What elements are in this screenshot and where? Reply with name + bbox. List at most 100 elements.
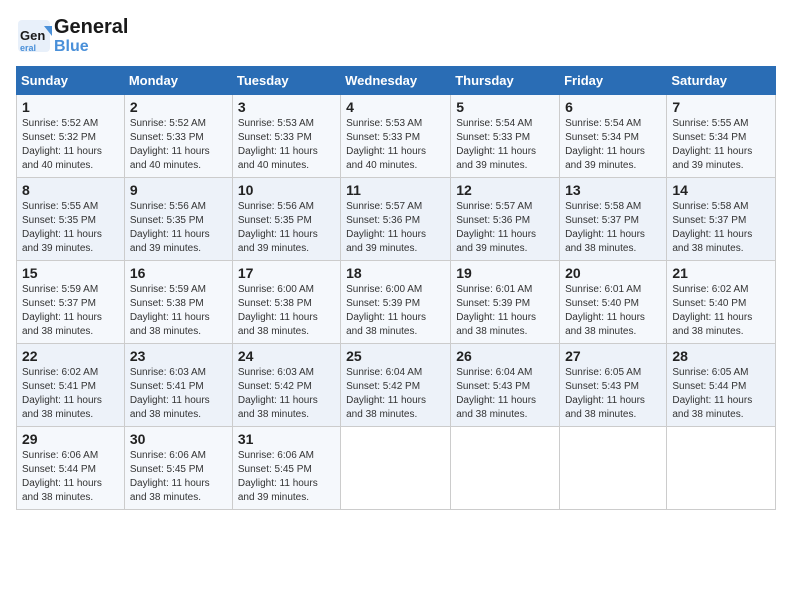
day-info: Sunrise: 5:57 AM Sunset: 5:36 PM Dayligh… — [456, 200, 554, 256]
calendar-cell: 4 Sunrise: 5:53 AM Sunset: 5:33 PM Daylig… — [341, 94, 451, 177]
calendar-cell: 7 Sunrise: 5:55 AM Sunset: 5:34 PM Daylig… — [667, 94, 776, 177]
day-info: Sunrise: 6:02 AM Sunset: 5:40 PM Dayligh… — [672, 283, 770, 339]
calendar-cell: 23 Sunrise: 6:03 AM Sunset: 5:41 PM Dayli… — [124, 343, 232, 426]
calendar-cell: 24Sunrise: 6:03 AM Sunset: 5:42 PM Dayli… — [232, 343, 340, 426]
day-number: 5 — [456, 99, 554, 115]
day-info: Sunrise: 5:56 AM Sunset: 5:35 PM Dayligh… — [238, 200, 335, 256]
day-number: 17 — [238, 265, 335, 281]
calendar-week-row: 22 Sunrise: 6:02 AM Sunset: 5:41 PM Dayli… — [17, 343, 776, 426]
calendar-cell: 15 Sunrise: 5:59 AM Sunset: 5:37 PM Dayli… — [17, 260, 125, 343]
day-info: Sunrise: 5:54 AM Sunset: 5:33 PM Dayligh… — [456, 117, 554, 173]
calendar-cell: 6Sunrise: 5:54 AM Sunset: 5:34 PM Daylig… — [560, 94, 667, 177]
day-number: 7 — [672, 99, 770, 115]
day-info: Sunrise: 5:56 AM Sunset: 5:35 PM Dayligh… — [130, 200, 227, 256]
day-info: Sunrise: 5:55 AM Sunset: 5:35 PM Dayligh… — [22, 200, 119, 256]
calendar-week-row: 8 Sunrise: 5:55 AM Sunset: 5:35 PM Daylig… — [17, 177, 776, 260]
day-info: Sunrise: 6:06 AM Sunset: 5:45 PM Dayligh… — [130, 449, 227, 505]
day-number: 1 — [22, 99, 119, 115]
calendar-cell: 30 Sunrise: 6:06 AM Sunset: 5:45 PM Dayli… — [124, 426, 232, 509]
day-number: 29 — [22, 431, 119, 447]
calendar-cell: 9 Sunrise: 5:56 AM Sunset: 5:35 PM Daylig… — [124, 177, 232, 260]
day-number: 21 — [672, 265, 770, 281]
calendar-table: SundayMondayTuesdayWednesdayThursdayFrid… — [16, 66, 776, 510]
weekday-header: Wednesday — [341, 66, 451, 94]
logo: Gen eral General Blue — [16, 16, 128, 56]
calendar-cell: 21 Sunrise: 6:02 AM Sunset: 5:40 PM Dayli… — [667, 260, 776, 343]
calendar-cell — [341, 426, 451, 509]
day-info: Sunrise: 6:06 AM Sunset: 5:45 PM Dayligh… — [238, 449, 335, 505]
calendar-cell: 13 Sunrise: 5:58 AM Sunset: 5:37 PM Dayli… — [560, 177, 667, 260]
calendar-cell: 26 Sunrise: 6:04 AM Sunset: 5:43 PM Dayli… — [451, 343, 560, 426]
day-info: Sunrise: 6:05 AM Sunset: 5:43 PM Dayligh… — [565, 366, 661, 422]
day-number: 14 — [672, 182, 770, 198]
day-number: 12 — [456, 182, 554, 198]
day-number: 26 — [456, 348, 554, 364]
day-info: Sunrise: 5:53 AM Sunset: 5:33 PM Dayligh… — [346, 117, 445, 173]
day-number: 19 — [456, 265, 554, 281]
day-number: 18 — [346, 265, 445, 281]
day-number: 4 — [346, 99, 445, 115]
svg-text:eral: eral — [20, 43, 36, 53]
day-info: Sunrise: 5:55 AM Sunset: 5:34 PM Dayligh… — [672, 117, 770, 173]
day-info: Sunrise: 6:02 AM Sunset: 5:41 PM Dayligh… — [22, 366, 119, 422]
day-number: 20 — [565, 265, 661, 281]
day-number: 3 — [238, 99, 335, 115]
day-number: 11 — [346, 182, 445, 198]
calendar-cell — [560, 426, 667, 509]
day-info: Sunrise: 6:03 AM Sunset: 5:41 PM Dayligh… — [130, 366, 227, 422]
calendar-cell: 5 Sunrise: 5:54 AM Sunset: 5:33 PM Daylig… — [451, 94, 560, 177]
day-info: Sunrise: 5:59 AM Sunset: 5:37 PM Dayligh… — [22, 283, 119, 339]
calendar-cell: 20 Sunrise: 6:01 AM Sunset: 5:40 PM Dayli… — [560, 260, 667, 343]
calendar-cell — [667, 426, 776, 509]
day-info: Sunrise: 6:03 AM Sunset: 5:42 PM Dayligh… — [238, 366, 335, 422]
calendar-cell: 16Sunrise: 5:59 AM Sunset: 5:38 PM Dayli… — [124, 260, 232, 343]
day-number: 30 — [130, 431, 227, 447]
calendar-cell: 18 Sunrise: 6:00 AM Sunset: 5:39 PM Dayli… — [341, 260, 451, 343]
calendar-cell: 27Sunrise: 6:05 AM Sunset: 5:43 PM Dayli… — [560, 343, 667, 426]
calendar-cell: 31 Sunrise: 6:06 AM Sunset: 5:45 PM Dayli… — [232, 426, 340, 509]
calendar-cell: 2Sunrise: 5:52 AM Sunset: 5:33 PM Daylig… — [124, 94, 232, 177]
calendar-cell: 11 Sunrise: 5:57 AM Sunset: 5:36 PM Dayli… — [341, 177, 451, 260]
calendar-cell: 22 Sunrise: 6:02 AM Sunset: 5:41 PM Dayli… — [17, 343, 125, 426]
day-info: Sunrise: 6:05 AM Sunset: 5:44 PM Dayligh… — [672, 366, 770, 422]
day-info: Sunrise: 5:54 AM Sunset: 5:34 PM Dayligh… — [565, 117, 661, 173]
day-number: 31 — [238, 431, 335, 447]
day-number: 13 — [565, 182, 661, 198]
day-info: Sunrise: 5:58 AM Sunset: 5:37 PM Dayligh… — [672, 200, 770, 256]
calendar-cell: 25Sunrise: 6:04 AM Sunset: 5:42 PM Dayli… — [341, 343, 451, 426]
calendar-cell: 10 Sunrise: 5:56 AM Sunset: 5:35 PM Dayli… — [232, 177, 340, 260]
logo-blue: Blue — [54, 38, 128, 56]
day-info: Sunrise: 6:00 AM Sunset: 5:38 PM Dayligh… — [238, 283, 335, 339]
day-info: Sunrise: 6:04 AM Sunset: 5:43 PM Dayligh… — [456, 366, 554, 422]
day-number: 2 — [130, 99, 227, 115]
calendar-cell: 3 Sunrise: 5:53 AM Sunset: 5:33 PM Daylig… — [232, 94, 340, 177]
day-info: Sunrise: 6:00 AM Sunset: 5:39 PM Dayligh… — [346, 283, 445, 339]
day-info: Sunrise: 5:58 AM Sunset: 5:37 PM Dayligh… — [565, 200, 661, 256]
day-info: Sunrise: 5:57 AM Sunset: 5:36 PM Dayligh… — [346, 200, 445, 256]
day-number: 15 — [22, 265, 119, 281]
calendar-cell — [451, 426, 560, 509]
weekday-header: Tuesday — [232, 66, 340, 94]
day-number: 9 — [130, 182, 227, 198]
day-info: Sunrise: 5:52 AM Sunset: 5:32 PM Dayligh… — [22, 117, 119, 173]
calendar-week-row: 29Sunrise: 6:06 AM Sunset: 5:44 PM Dayli… — [17, 426, 776, 509]
day-info: Sunrise: 6:01 AM Sunset: 5:39 PM Dayligh… — [456, 283, 554, 339]
day-number: 22 — [22, 348, 119, 364]
calendar-cell: 14 Sunrise: 5:58 AM Sunset: 5:37 PM Dayli… — [667, 177, 776, 260]
calendar-cell: 19 Sunrise: 6:01 AM Sunset: 5:39 PM Dayli… — [451, 260, 560, 343]
day-number: 28 — [672, 348, 770, 364]
day-number: 23 — [130, 348, 227, 364]
svg-text:Gen: Gen — [20, 28, 45, 43]
calendar-cell: 29Sunrise: 6:06 AM Sunset: 5:44 PM Dayli… — [17, 426, 125, 509]
calendar-cell: 17 Sunrise: 6:00 AM Sunset: 5:38 PM Dayli… — [232, 260, 340, 343]
day-info: Sunrise: 5:59 AM Sunset: 5:38 PM Dayligh… — [130, 283, 227, 339]
weekday-header: Sunday — [17, 66, 125, 94]
day-info: Sunrise: 6:04 AM Sunset: 5:42 PM Dayligh… — [346, 366, 445, 422]
calendar-cell: 1 Sunrise: 5:52 AM Sunset: 5:32 PM Daylig… — [17, 94, 125, 177]
day-info: Sunrise: 5:53 AM Sunset: 5:33 PM Dayligh… — [238, 117, 335, 173]
calendar-cell: 28 Sunrise: 6:05 AM Sunset: 5:44 PM Dayli… — [667, 343, 776, 426]
day-number: 10 — [238, 182, 335, 198]
day-number: 8 — [22, 182, 119, 198]
day-info: Sunrise: 6:01 AM Sunset: 5:40 PM Dayligh… — [565, 283, 661, 339]
weekday-header: Monday — [124, 66, 232, 94]
